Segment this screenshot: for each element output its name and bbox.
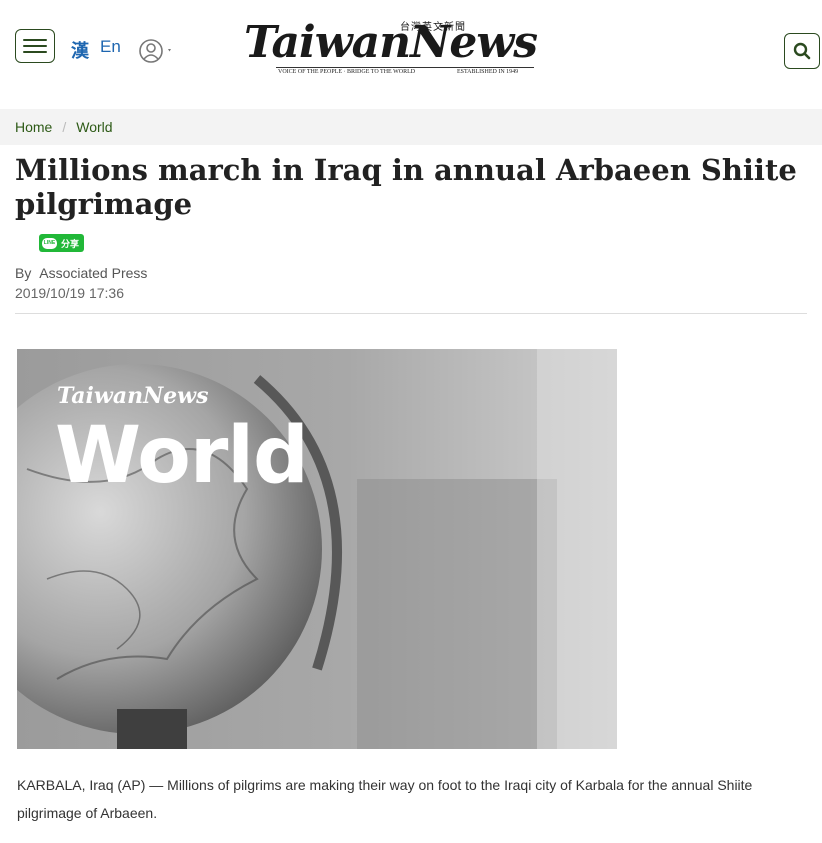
logo-established: ESTABLISHED IN 1949 — [457, 69, 519, 75]
language-english-link[interactable]: En — [100, 37, 121, 57]
breadcrumb-world-link[interactable]: World — [76, 119, 112, 135]
article-body-paragraph: KARBALA, Iraq (AP) — Millions of pilgrim… — [17, 777, 753, 821]
content-divider — [15, 313, 807, 314]
search-button[interactable] — [784, 33, 820, 69]
breadcrumb-home-link[interactable]: Home — [15, 119, 52, 135]
line-share-button[interactable]: LINE 分享 — [39, 234, 84, 252]
search-icon — [793, 42, 811, 60]
menu-button[interactable] — [15, 29, 55, 63]
logo-tagline: VOICE OF THE PEOPLE · BRIDGE TO THE WORL… — [278, 69, 416, 75]
globe-illustration — [17, 349, 617, 749]
site-logo[interactable]: TaiwanNews 台灣英文新聞 VOICE OF THE PEOPLE · … — [244, 17, 548, 81]
breadcrumb-separator: / — [62, 119, 67, 135]
hamburger-icon — [23, 39, 47, 41]
logo-rule — [276, 67, 534, 68]
logo-wordmark: TaiwanNews — [244, 17, 538, 68]
language-chinese-link[interactable]: 漢 — [71, 37, 89, 63]
byline-label: By — [15, 265, 32, 281]
publish-date: 2019/10/19 17:36 — [15, 285, 124, 301]
site-header: 漢 En TaiwanNews 台灣英文新聞 VOICE OF THE PEOP… — [0, 0, 822, 108]
article-title: Millions march in Iraq in annual Arbaeen… — [15, 153, 797, 221]
hero-brand-wordmark: TaiwanNews — [57, 383, 209, 409]
author-name: Associated Press — [39, 265, 148, 281]
line-logo-icon: LINE — [42, 237, 57, 249]
logo-chinese-name: 台灣英文新聞 — [400, 22, 466, 33]
hero-section-title: World — [55, 411, 309, 501]
hero-image: TaiwanNews World — [17, 349, 617, 749]
hamburger-icon — [23, 45, 47, 47]
hamburger-icon — [23, 51, 47, 53]
byline: By Associated Press — [15, 265, 147, 281]
user-account-icon[interactable] — [138, 37, 174, 65]
breadcrumb: Home / World — [0, 109, 822, 145]
share-label: 分享 — [61, 238, 80, 249]
